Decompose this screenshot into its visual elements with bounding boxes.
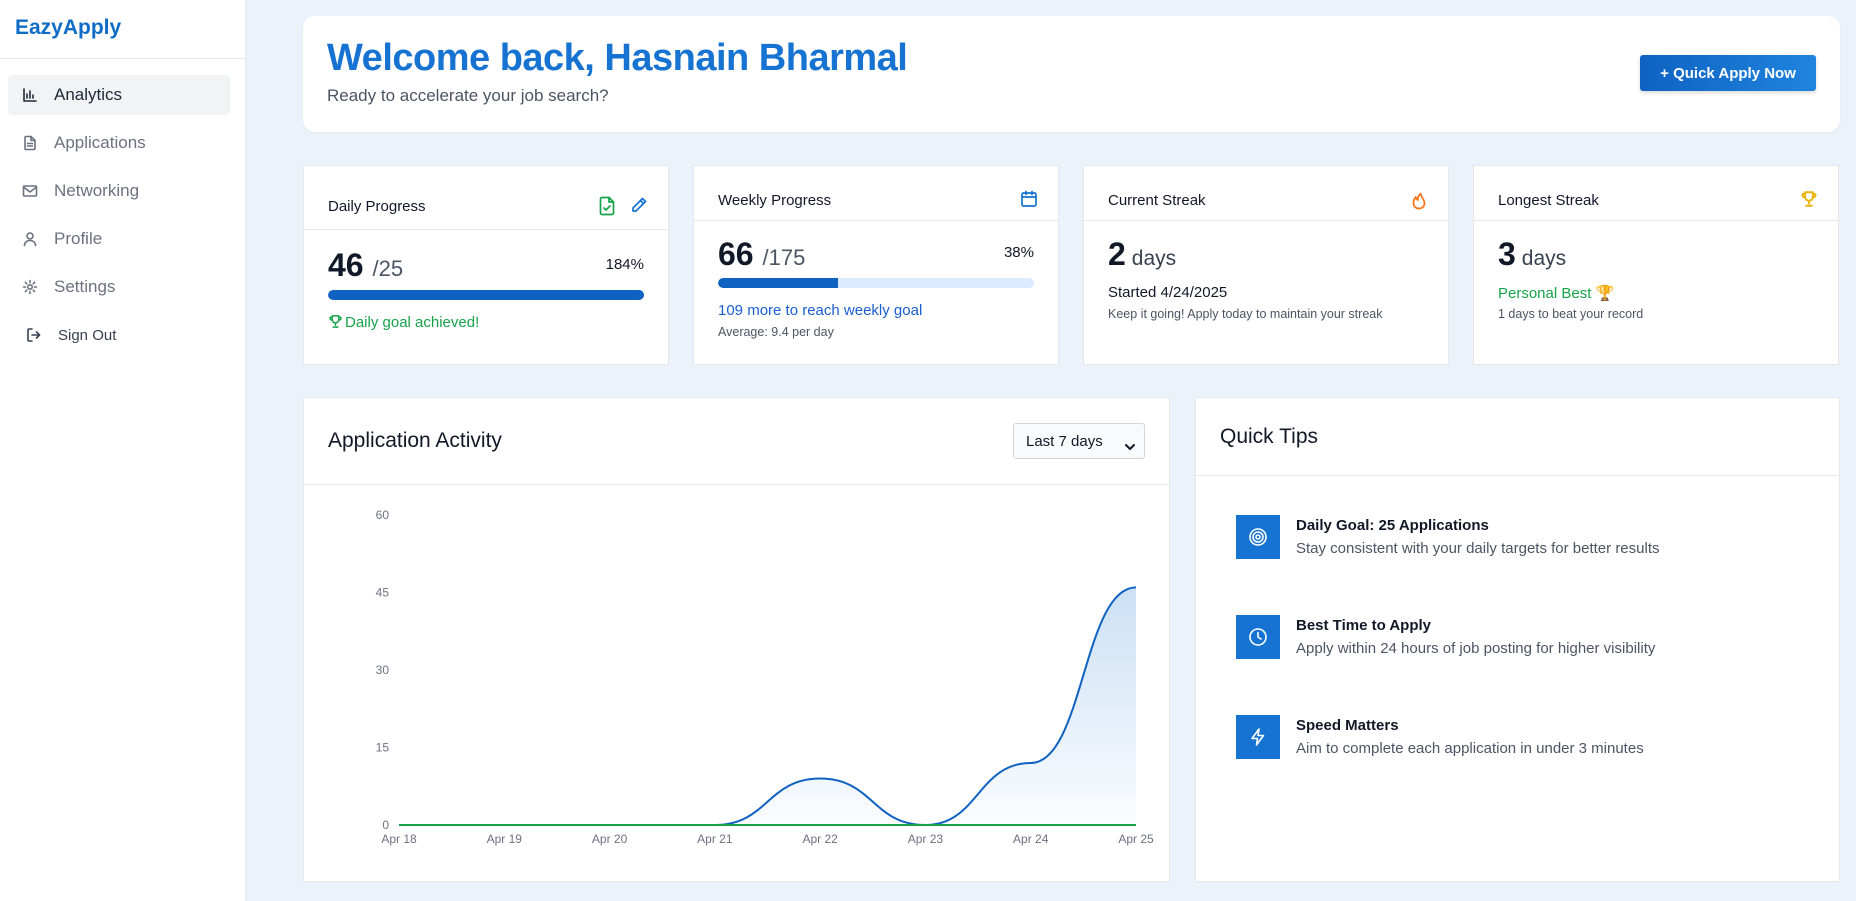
logout-icon [24,325,44,345]
x-tick-label: Apr 23 [908,832,944,846]
sidebar-item-label: Applications [54,133,146,152]
gear-icon [20,277,40,297]
weekly-count: 66 /175 [718,236,806,272]
sidebar-item-label: Analytics [54,85,123,104]
card-title: Weekly Progress [718,192,832,209]
weekly-progress-bar [718,278,1034,288]
user-icon [20,229,40,249]
sidebar-item-analytics[interactable]: Analytics [8,75,230,115]
weekly-average: Average: 9.4 per day [718,325,834,339]
sidebar-item-profile[interactable]: Profile [8,219,230,259]
card-title: Daily Progress [328,198,426,215]
sidebar-item-label: Settings [54,277,116,296]
tip-item: Best Time to Apply Apply within 24 hours… [1236,615,1816,665]
sign-out-label: Sign Out [58,326,117,344]
sidebar-item-networking[interactable]: Networking [8,171,230,211]
tip-title: Daily Goal: 25 Applications [1296,517,1489,534]
activity-title: Application Activity [328,429,502,452]
sidebar-item-settings[interactable]: Settings [8,267,230,307]
date-range-select[interactable]: Last 7 days [1013,423,1145,459]
longest-streak-card: Longest Streak 3 days Personal Best 🏆 1 d… [1473,165,1839,365]
y-tick-label: 45 [376,586,390,600]
sidebar-item-label: Networking [54,181,140,200]
y-tick-label: 0 [382,818,389,832]
weekly-remaining: 109 more to reach weekly goal [718,302,923,319]
personal-best-label: Personal Best 🏆 [1498,285,1615,302]
card-title: Current Streak [1108,192,1206,209]
welcome-header: Welcome back, Hasnain Bharmal Ready to a… [303,16,1840,132]
y-tick-label: 30 [376,663,390,677]
tip-title: Speed Matters [1296,717,1399,734]
y-tick-label: 15 [376,741,390,755]
file-check-icon[interactable] [598,196,616,221]
activity-chart: 0 15 30 45 60 Apr 18 Apr 19 Apr 20 Apr 21 Apr 22 A… [376,508,1154,846]
sign-out-button[interactable]: Sign Out [8,315,230,355]
daily-percent: 184% [605,256,644,273]
activity-area [399,587,1136,825]
x-tick-label: Apr 19 [487,832,523,846]
x-tick-label: Apr 20 [592,832,628,846]
quick-tips-card: Quick Tips Daily Goal: 25 Applications S… [1195,397,1840,882]
weekly-progress-fill [718,278,839,288]
sidebar-item-label: Profile [54,229,103,248]
x-tick-label: Apr 21 [697,832,733,846]
page-subtitle: Ready to accelerate your job search? [327,86,609,105]
record-hint: 1 days to beat your record [1498,307,1644,321]
flame-icon [1410,190,1428,215]
target-icon [1236,515,1280,559]
daily-goal-status: Daily goal achieved! [328,314,479,333]
bar-chart-icon [20,85,40,105]
calendar-icon[interactable] [1020,190,1038,213]
trophy-icon [1800,190,1818,213]
x-tick-label: Apr 18 [381,832,417,846]
x-tick-label: Apr 25 [1118,832,1154,846]
quick-apply-button[interactable]: + Quick Apply Now [1640,55,1816,91]
document-icon [20,133,40,153]
tip-item: Speed Matters Aim to complete each appli… [1236,715,1816,765]
current-streak-card: Current Streak 2 days Started 4/24/2025 K… [1083,165,1449,365]
tips-title: Quick Tips [1220,425,1319,448]
app-logo[interactable]: EazyApply [0,0,245,59]
pencil-icon[interactable] [630,196,648,221]
trophy-icon [328,314,343,333]
streak-start: Started 4/24/2025 [1108,284,1228,301]
daily-count: 46 /25 [328,247,404,283]
daily-progress-card: Daily Progress 46 /25 184% Daily goal ac… [303,165,669,365]
sidebar: EazyApply Analytics Applications Network… [0,0,246,901]
longest-streak-value: 3 days [1498,236,1567,272]
daily-progress-bar [328,290,644,300]
mail-icon [20,181,40,201]
tip-description: Stay consistent with your daily targets … [1296,540,1660,557]
x-tick-label: Apr 24 [1013,832,1049,846]
chevron-down-icon [1124,438,1136,455]
tip-description: Apply within 24 hours of job posting for… [1296,640,1656,657]
application-activity-card: Application Activity Last 7 days 0 15 30 45… [303,397,1170,882]
clock-icon [1236,615,1280,659]
page-title: Welcome back, Hasnain Bharmal [327,37,908,79]
card-title: Longest Streak [1498,192,1599,209]
streak-hint: Keep it going! Apply today to maintain y… [1108,307,1383,321]
lightning-icon [1236,715,1280,759]
daily-progress-fill [328,290,644,300]
weekly-progress-card: Weekly Progress 66 /175 38% 109 more to … [693,165,1059,365]
tip-title: Best Time to Apply [1296,617,1432,634]
sidebar-nav: Analytics Applications Networking Profil… [0,59,245,355]
current-streak-value: 2 days [1108,236,1177,272]
tip-item: Daily Goal: 25 Applications Stay consist… [1236,515,1816,565]
tip-description: Aim to complete each application in unde… [1296,740,1644,757]
sidebar-item-applications[interactable]: Applications [8,123,230,163]
y-tick-label: 60 [376,508,390,522]
weekly-percent: 38% [1003,244,1034,261]
x-tick-label: Apr 22 [802,832,838,846]
